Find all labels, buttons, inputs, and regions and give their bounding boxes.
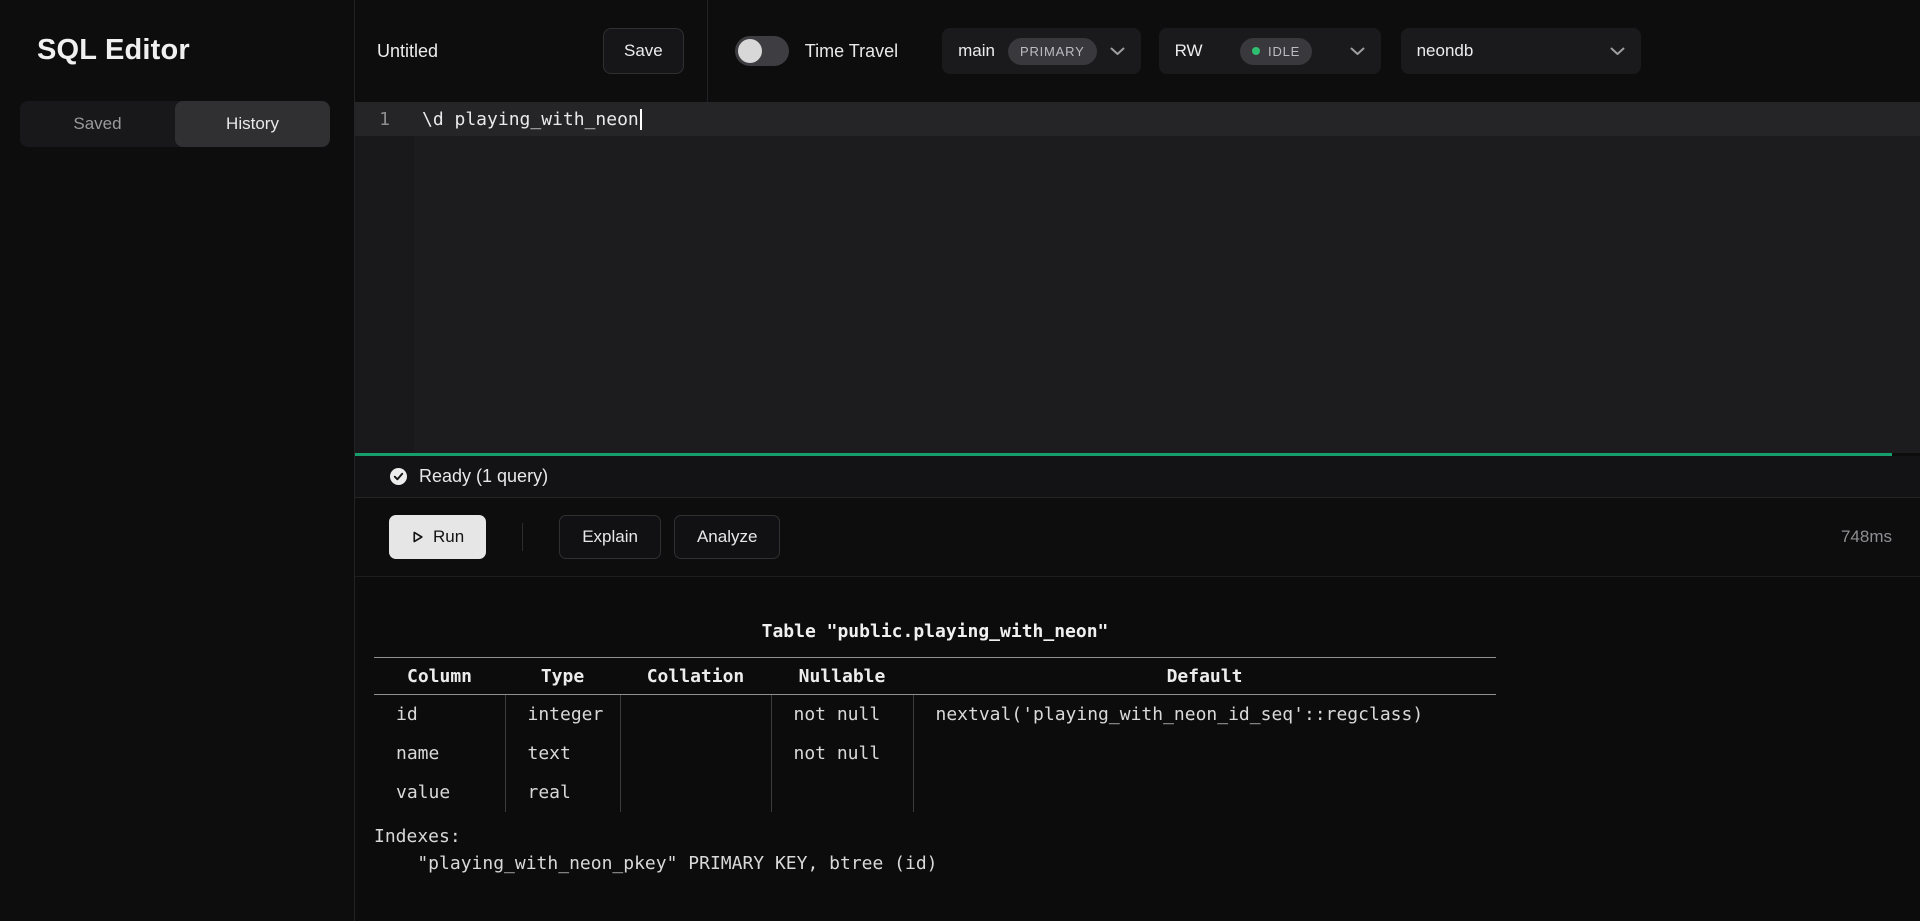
table-cell <box>913 773 1496 812</box>
table-cell: integer <box>505 695 620 734</box>
table-header-row: Column Type Collation Nullable Default <box>374 658 1496 695</box>
table-cell: id <box>374 695 505 734</box>
table-cell <box>620 695 771 734</box>
branch-selector[interactable]: main PRIMARY <box>942 28 1140 74</box>
status-message: Ready (1 query) <box>419 466 548 487</box>
tab-history[interactable]: History <box>175 101 330 147</box>
table-cell: not null <box>771 695 913 734</box>
database-name: neondb <box>1417 41 1474 61</box>
status-dot-icon <box>1252 47 1260 55</box>
actions-bar: Run Explain Analyze 748ms <box>355 498 1920 577</box>
topbar-divider <box>707 0 708 102</box>
status-bar: Ready (1 query) <box>355 456 1920 498</box>
main-panel: Untitled Save Time Travel main PRIMARY R… <box>355 0 1920 921</box>
sidebar-tabs: Saved History <box>20 101 330 147</box>
idle-status-badge: IDLE <box>1240 38 1312 65</box>
sql-code-editor[interactable]: 1 \d playing_with_neon <box>355 102 1920 453</box>
column-header: Collation <box>620 658 771 695</box>
table-cell: name <box>374 734 505 773</box>
run-button[interactable]: Run <box>389 515 486 559</box>
chevron-down-icon <box>1350 47 1365 56</box>
line-number: 1 <box>355 109 414 130</box>
table-cell: value <box>374 773 505 812</box>
table-row: name text not null <box>374 734 1496 773</box>
sql-editor-app: SQL Editor Saved History Untitled Save T… <box>0 0 1920 921</box>
save-button[interactable]: Save <box>603 28 684 74</box>
check-circle-icon <box>390 468 407 485</box>
index-definition: "playing_with_neon_pkey" PRIMARY KEY, bt… <box>374 853 1920 874</box>
explain-button[interactable]: Explain <box>559 515 661 559</box>
results-table: Column Type Collation Nullable Default i… <box>374 657 1496 812</box>
tab-saved[interactable]: Saved <box>20 101 175 147</box>
table-cell <box>620 773 771 812</box>
results-panel: Table "public.playing_with_neon" Column … <box>355 577 1920 921</box>
topbar: Untitled Save Time Travel main PRIMARY R… <box>355 0 1920 102</box>
toggle-knob <box>738 39 762 63</box>
editor-line-1: 1 \d playing_with_neon <box>355 102 1920 136</box>
table-cell <box>913 734 1496 773</box>
database-selector[interactable]: neondb <box>1401 28 1641 74</box>
table-cell: real <box>505 773 620 812</box>
query-title[interactable]: Untitled <box>377 41 603 62</box>
code-text: \d playing_with_neon <box>422 109 642 130</box>
results-title: Table "public.playing_with_neon" <box>374 621 1496 642</box>
primary-badge: PRIMARY <box>1008 38 1097 65</box>
column-header: Default <box>913 658 1496 695</box>
time-travel-toggle[interactable] <box>735 36 789 66</box>
sidebar: SQL Editor Saved History <box>0 0 355 921</box>
text-cursor <box>640 109 642 130</box>
chevron-down-icon <box>1110 47 1125 56</box>
page-title: SQL Editor <box>0 0 354 67</box>
indexes-label: Indexes: <box>374 826 1920 847</box>
column-header: Type <box>505 658 620 695</box>
table-cell <box>771 773 913 812</box>
query-duration: 748ms <box>1841 527 1892 547</box>
column-header: Column <box>374 658 505 695</box>
table-row: value real <box>374 773 1496 812</box>
table-cell: not null <box>771 734 913 773</box>
analyze-button[interactable]: Analyze <box>674 515 780 559</box>
time-travel-label: Time Travel <box>805 41 898 62</box>
chevron-down-icon <box>1610 47 1625 56</box>
actions-divider <box>522 523 523 551</box>
compute-selector[interactable]: RW IDLE <box>1159 28 1381 74</box>
branch-name: main <box>958 41 995 61</box>
table-cell: text <box>505 734 620 773</box>
table-cell <box>620 734 771 773</box>
column-header: Nullable <box>771 658 913 695</box>
table-row: id integer not null nextval('playing_wit… <box>374 695 1496 734</box>
play-icon <box>411 530 424 544</box>
table-cell: nextval('playing_with_neon_id_seq'::regc… <box>913 695 1496 734</box>
compute-name: RW <box>1175 41 1203 61</box>
compute-status: IDLE <box>1268 44 1300 59</box>
editor-gutter <box>355 102 414 453</box>
